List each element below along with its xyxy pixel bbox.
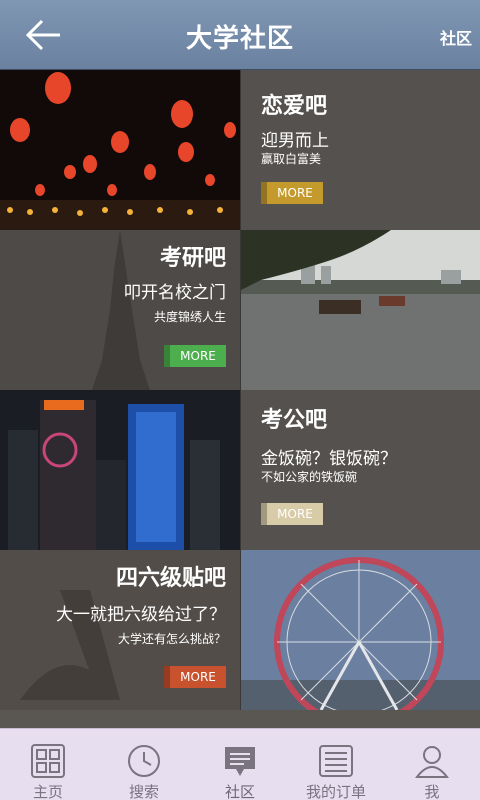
card-title: 恋爱吧: [261, 94, 328, 119]
more-button[interactable]: MORE: [261, 182, 323, 204]
ferris-wheel-image[interactable]: [240, 550, 480, 710]
tab-label: 社区: [224, 783, 255, 800]
page-title: 大学社区: [185, 24, 294, 54]
tab-label: 我: [424, 783, 440, 800]
tab-home[interactable]: 主页: [0, 729, 96, 800]
more-button[interactable]: MORE: [164, 345, 226, 367]
forum-card-love[interactable]: 恋爱吧 迎男而上 赢取白富美 MORE: [240, 70, 480, 230]
forum-grid: 恋爱吧 迎男而上 赢取白富美 MORE 考研吧 叩开名校之门 共度锦绣人生 MO…: [0, 70, 480, 710]
card-description: 共度锦绣人生: [153, 310, 226, 324]
card-subtitle: 大一就把六级给过了？: [56, 605, 226, 625]
forum-row: 四六级贴吧 大一就把六级给过了？ 大学还有怎么挑战？ MORE: [0, 550, 480, 710]
more-button[interactable]: MORE: [261, 503, 323, 525]
user-icon: [414, 746, 450, 778]
more-button[interactable]: MORE: [164, 666, 226, 688]
card-description: 不如公家的铁饭碗: [261, 470, 358, 484]
list-icon: [319, 745, 353, 777]
tab-label: 搜索: [128, 783, 159, 800]
grid-icon: [31, 744, 65, 778]
forum-card-civil-service[interactable]: 考公吧 金饭碗？银饭碗？ 不如公家的铁饭碗 MORE: [240, 390, 480, 550]
card-title: 考研吧: [159, 246, 226, 271]
clock-icon: [128, 745, 160, 777]
lanterns-image[interactable]: [0, 70, 240, 230]
card-description: 赢取白富美: [261, 152, 322, 166]
forum-row: 恋爱吧 迎男而上 赢取白富美 MORE: [0, 70, 480, 230]
app-header: 大学社区 社区: [0, 0, 480, 70]
forum-row: 考研吧 叩开名校之门 共度锦绣人生 MORE: [0, 230, 480, 390]
community-link[interactable]: 社区: [440, 25, 472, 49]
card-title: 考公吧: [261, 408, 328, 433]
tab-community[interactable]: 社区: [192, 729, 288, 800]
tab-label: 主页: [32, 783, 63, 800]
bottom-tab-bar: 主页 搜索 社区 我的订单 我: [0, 728, 480, 800]
river-boats-image[interactable]: [240, 230, 480, 390]
forum-card-cet[interactable]: 四六级贴吧 大一就把六级给过了？ 大学还有怎么挑战？ MORE: [0, 550, 240, 710]
card-subtitle: 金饭碗？银饭碗？: [261, 449, 397, 469]
card-description: 大学还有怎么挑战？: [117, 632, 226, 646]
forum-card-grad-exam[interactable]: 考研吧 叩开名校之门 共度锦绣人生 MORE: [0, 230, 240, 390]
tab-label: 我的订单: [305, 783, 366, 800]
card-title: 四六级贴吧: [115, 566, 226, 591]
card-subtitle: 迎男而上: [261, 131, 329, 151]
chat-icon: [225, 747, 255, 776]
tab-my-orders[interactable]: 我的订单: [288, 729, 384, 800]
tab-search[interactable]: 搜索: [96, 729, 192, 800]
card-subtitle: 叩开名校之门: [124, 283, 226, 303]
city-night-image[interactable]: [0, 390, 240, 550]
tab-me[interactable]: 我: [384, 729, 480, 800]
forum-row: 考公吧 金饭碗？银饭碗？ 不如公家的铁饭碗 MORE: [0, 390, 480, 550]
